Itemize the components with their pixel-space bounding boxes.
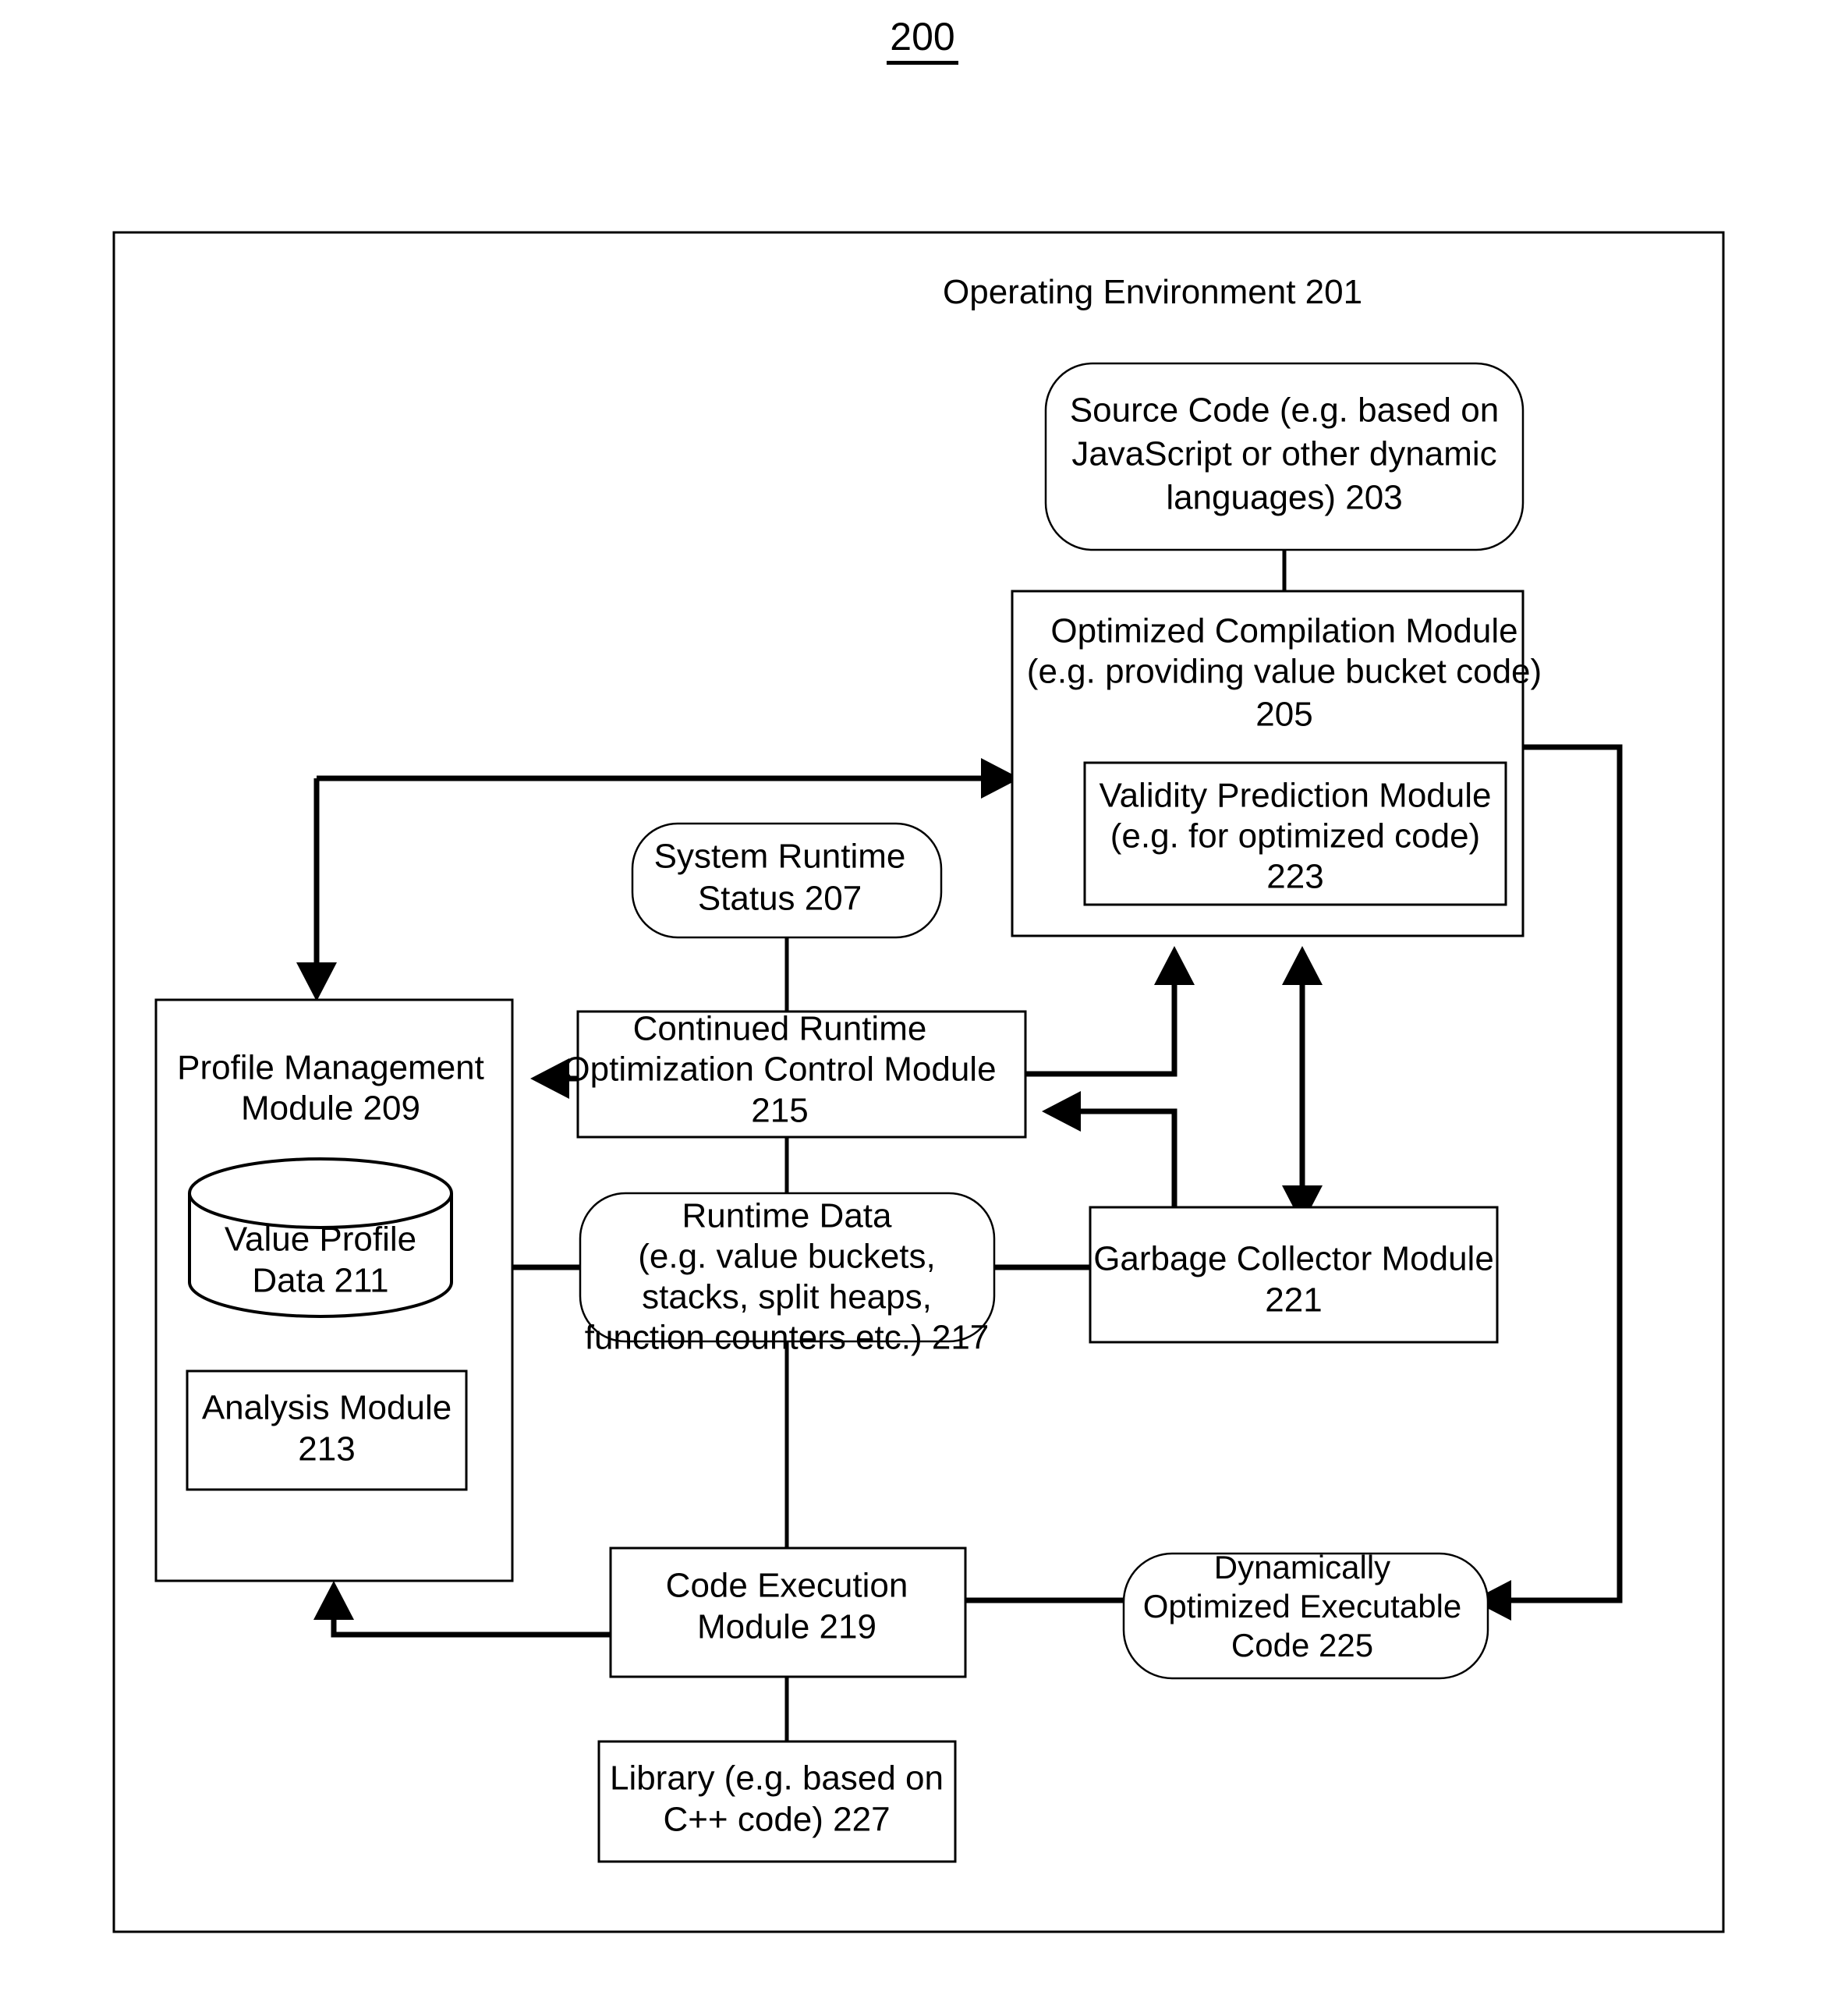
connector-code-execution-to-profile <box>331 1598 611 1638</box>
validity-prediction-line-3: 223 <box>1266 858 1323 896</box>
optimized-compilation-line-2: (e.g. providing value bucket code) <box>1027 653 1542 691</box>
source-code-line-1: Source Code (e.g. based on <box>1070 392 1499 430</box>
diagram-canvas: Source Code (e.g. based on JavaScript or… <box>112 231 1725 1933</box>
garbage-collector-line-1: Garbage Collector Module <box>1093 1240 1494 1278</box>
figure-root: 200 Operating Environment 201 Source Cod… <box>0 0 1845 2016</box>
library-line-1: Library (e.g. based on <box>610 1759 944 1798</box>
continued-runtime-line-3: 215 <box>751 1092 808 1130</box>
dynamically-optimized-line-3: Code 225 <box>1231 1627 1373 1663</box>
runtime-data-line-1: Runtime Data <box>682 1197 892 1235</box>
optimized-compilation-line-3: 205 <box>1255 696 1312 734</box>
library-line-2: C++ code) 227 <box>663 1801 890 1839</box>
arrowhead-gc-to-control <box>1042 1091 1081 1132</box>
garbage-collector-line-2: 221 <box>1265 1281 1322 1320</box>
optimized-compilation-line-1: Optimized Compilation Module <box>1050 612 1517 650</box>
continued-runtime-line-2: Optimization Control Module <box>563 1051 996 1089</box>
connector-control-to-compilation-up <box>1025 963 1177 1077</box>
runtime-data-line-2: (e.g. value buckets, <box>638 1238 936 1276</box>
validity-prediction-line-1: Validity Prediction Module <box>1100 777 1492 815</box>
value-profile-data-line-2: Data 211 <box>252 1262 388 1300</box>
arrowhead-to-profile-management <box>296 962 337 1001</box>
arrowhead-bidirectional-up <box>1282 946 1323 985</box>
code-execution-line-2: Module 219 <box>697 1608 876 1646</box>
profile-management-line-1: Profile Management <box>177 1049 484 1087</box>
runtime-data-line-3: stacks, split heaps, <box>642 1278 932 1316</box>
validity-prediction-line-2: (e.g. for optimized code) <box>1110 817 1480 856</box>
source-code-line-2: JavaScript or other dynamic <box>1071 435 1496 473</box>
arrowhead-control-up-to-compilation <box>1154 946 1195 985</box>
analysis-module-line-2: 213 <box>298 1430 355 1469</box>
profile-management-line-2: Module 209 <box>241 1089 420 1128</box>
system-runtime-status-line-2: Status 207 <box>698 880 862 918</box>
arrowhead-code-execution-to-profile <box>313 1581 354 1620</box>
continued-runtime-line-1: Continued Runtime <box>633 1010 927 1048</box>
value-profile-data-line-1: Value Profile <box>225 1221 416 1259</box>
runtime-data-line-4: function counters etc.) 217 <box>585 1319 990 1357</box>
dynamically-optimized-line-2: Optimized Executable <box>1143 1588 1462 1624</box>
code-execution-line-1: Code Execution <box>666 1567 908 1605</box>
source-code-line-3: languages) 203 <box>1166 479 1402 517</box>
system-runtime-status-line-1: System Runtime <box>654 838 906 876</box>
analysis-module-line-1: Analysis Module <box>202 1389 452 1427</box>
dynamically-optimized-line-1: Dynamically <box>1214 1549 1390 1586</box>
